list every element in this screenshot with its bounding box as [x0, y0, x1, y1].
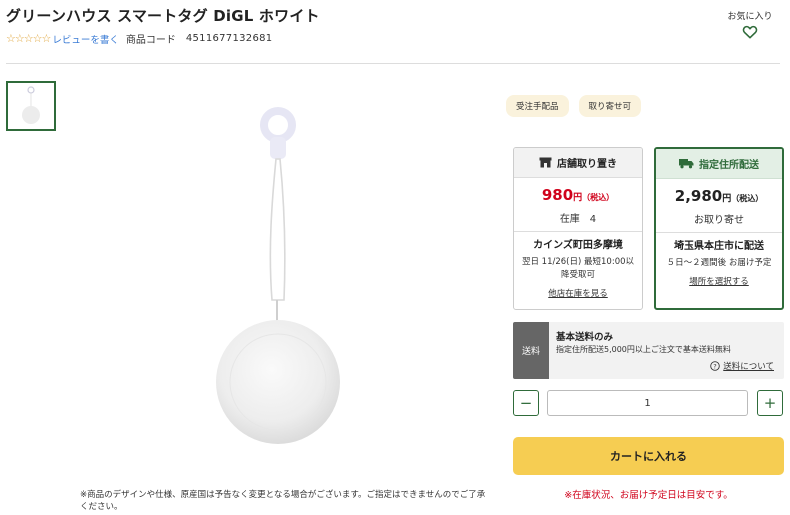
home-delivery-title: 指定住所配送	[699, 160, 759, 171]
shipping-info: 送料 基本送料のみ 指定住所配送5,000円以上ご注文で基本送料無料 ? 送料に…	[513, 322, 784, 379]
other-store-stock-link[interactable]: 他店在庫を見る	[514, 287, 642, 299]
home-delivery-card[interactable]: 指定住所配送 2,980円（税込） お取り寄せ 埼玉県本庄市に配送 ５日〜２週間…	[654, 147, 784, 310]
store-price-tax: （税込）	[582, 193, 615, 202]
header-divider	[6, 63, 780, 64]
delivery-estimate: ５日〜２週間後 お届け予定	[666, 258, 772, 268]
shipping-title: 基本送料のみ	[556, 332, 614, 343]
badge-row: 受注手配品 取り寄せ可	[506, 95, 642, 117]
store-stock: 在庫 4	[559, 214, 597, 225]
store-card-divider	[514, 231, 642, 232]
store-icon	[539, 157, 552, 168]
rating-stars: ☆☆☆☆☆	[6, 32, 51, 45]
home-card-divider	[656, 232, 782, 233]
home-price-unit: 円	[722, 194, 732, 204]
store-price-value: 980	[541, 186, 574, 204]
product-image	[216, 107, 340, 444]
shipping-tag: 送料	[513, 322, 549, 379]
home-stock: お取り寄せ	[694, 215, 744, 226]
store-price: 980円（税込）	[514, 186, 642, 204]
product-disclaimer: ※商品のデザインや仕様、原産国は予告なく変更となる場合がございます。ご指定はでき…	[80, 490, 486, 512]
home-price-tax: （税込）	[731, 194, 764, 203]
product-code-value: 4511677132681	[185, 33, 273, 44]
shipping-info-link-label: 送料について	[723, 362, 774, 372]
truck-icon	[679, 159, 694, 169]
svg-text:?: ?	[714, 362, 717, 370]
store-price-unit: 円	[573, 193, 583, 203]
store-pickup-header: 店舗取り置き	[514, 148, 642, 178]
quantity-input[interactable]	[547, 390, 748, 416]
favorite-label: お気に入り	[727, 12, 773, 22]
store-pickup-title: 店舗取り置き	[557, 159, 617, 170]
product-code-label: 商品コード	[125, 35, 176, 46]
home-price-value: 2,980	[674, 187, 723, 205]
product-thumbnail-image	[8, 83, 54, 129]
product-thumbnail[interactable]	[6, 81, 56, 131]
shipping-info-link[interactable]: ? 送料について	[710, 360, 774, 372]
home-price: 2,980円（税込）	[656, 187, 782, 205]
delivery-destination: 埼玉県本庄市に配送	[674, 241, 764, 252]
product-title: グリーンハウス スマートタグ DiGL ホワイト	[6, 7, 320, 25]
badge-backorder: 取り寄せ可	[578, 95, 642, 117]
favorite-button[interactable]: お気に入り	[720, 9, 780, 40]
heart-icon	[742, 25, 758, 39]
store-pickup-card[interactable]: 店舗取り置き 980円（税込） 在庫 4 カインズ町田多摩境 翌日 11/26(…	[513, 147, 643, 310]
home-delivery-header: 指定住所配送	[656, 149, 782, 179]
badge-order: 受注手配品	[506, 95, 569, 117]
rating-row: ☆☆☆☆☆ レビューを書く 商品コード 4511677132681	[6, 31, 272, 46]
write-review-link[interactable]: レビューを書く	[52, 32, 119, 46]
select-location-link[interactable]: 場所を選択する	[656, 275, 782, 287]
store-name: カインズ町田多摩境	[533, 240, 623, 251]
quantity-increase-button[interactable]: +	[757, 390, 783, 416]
add-to-cart-button[interactable]: カートに入れる	[513, 437, 784, 475]
quantity-decrease-button[interactable]: −	[513, 390, 539, 416]
store-pickup-note: 翌日 11/26(日) 最短10:00以降受取可	[521, 257, 635, 280]
stock-notice: ※在庫状況、お届け予定日は目安です。	[564, 490, 733, 501]
question-icon: ?	[710, 361, 721, 371]
shipping-description: 指定住所配送5,000円以上ご注文で基本送料無料	[556, 345, 731, 354]
